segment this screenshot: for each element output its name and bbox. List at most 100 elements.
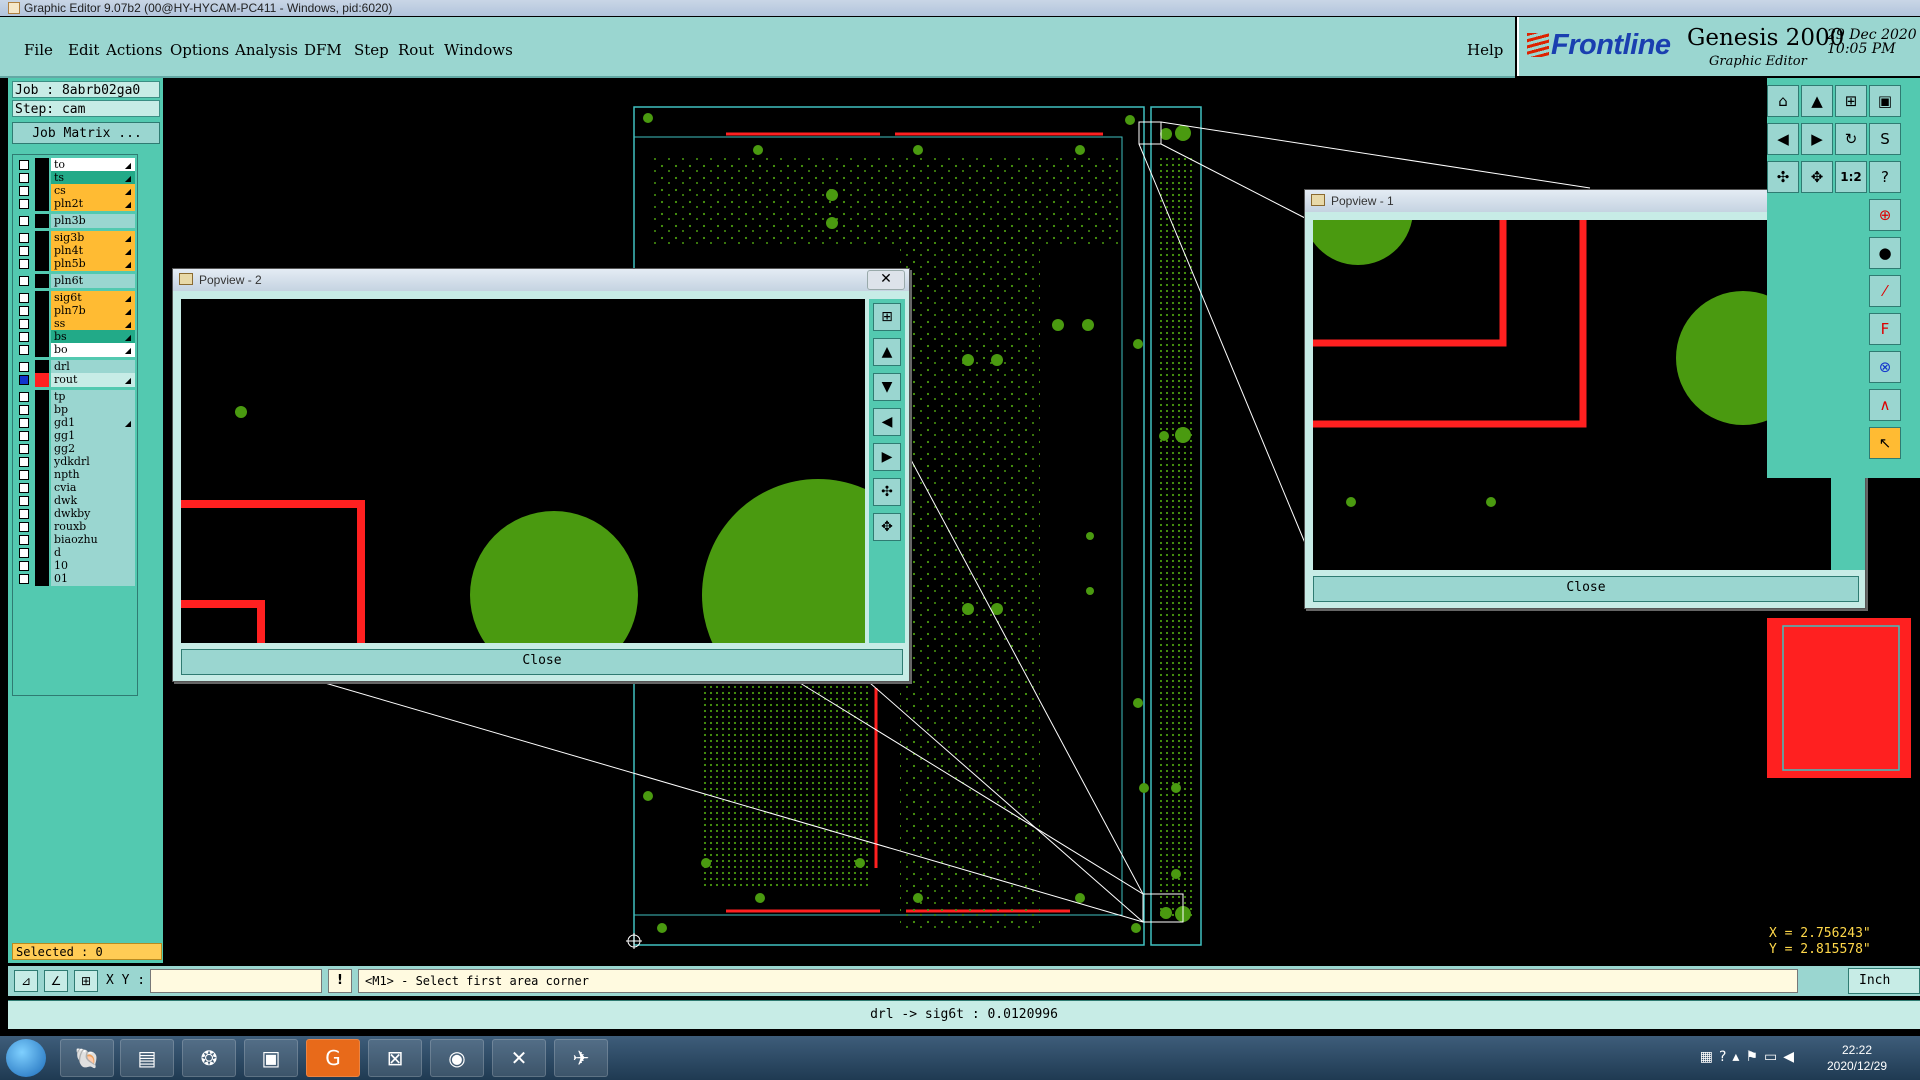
zoom-in-icon[interactable]: ✣ <box>1767 161 1799 193</box>
pan-right-icon[interactable]: ▶ <box>873 443 901 471</box>
window-title: Graphic Editor 9.07b2 (00@HY-HYCAM-PC411… <box>24 1 393 15</box>
window-title-bar: Graphic Editor 9.07b2 (00@HY-HYCAM-PC411… <box>0 0 1920 16</box>
xy-label: X Y : <box>106 973 146 988</box>
home-icon[interactable]: ⌂ <box>1767 85 1799 117</box>
taskbar-app-shell-icon[interactable]: 🐚 <box>60 1039 114 1077</box>
taskbar-app-excel-icon[interactable]: ⊠ <box>368 1039 422 1077</box>
small-pad <box>1346 497 1356 507</box>
brand-area: Frontline Genesis 2000 Graphic Editor 29… <box>1517 17 1920 76</box>
menu-analysis[interactable]: Analysis <box>235 41 298 59</box>
angle-mode-icon[interactable]: ∠ <box>44 970 68 992</box>
pan-down-icon[interactable]: ▼ <box>873 373 901 401</box>
taskbar-app-genesis-icon[interactable]: ❂ <box>182 1039 236 1077</box>
taskbar-clock[interactable]: 22:22 2020/12/29 <box>1812 1042 1902 1074</box>
snap-icon[interactable]: ⊕ <box>1869 199 1901 231</box>
mini-map-drawing <box>1767 618 1911 778</box>
step-icon[interactable]: S <box>1869 123 1901 155</box>
product-name: Genesis 2000 <box>1687 25 1845 51</box>
pan-right-icon[interactable]: ▶ <box>1801 123 1833 155</box>
rout-path-inner <box>181 600 265 643</box>
command-bar: ⊿ ∠ ⊞ X Y : ! <M1> - Select first area c… <box>8 966 1920 996</box>
exclamation-button[interactable]: ! <box>328 969 352 993</box>
taskbar-app-eye-icon[interactable]: ◉ <box>430 1039 484 1077</box>
zoom-out-icon[interactable]: ✥ <box>873 513 901 541</box>
measure-icon[interactable]: ⊗ <box>1869 351 1901 383</box>
arc-icon[interactable]: ∧ <box>1869 389 1901 421</box>
taskbar-app-notepad-icon[interactable]: ▤ <box>120 1039 174 1077</box>
small-pad <box>235 406 247 418</box>
start-button[interactable] <box>6 1039 46 1077</box>
taskbar-app-x-icon[interactable]: ✕ <box>492 1039 546 1077</box>
popview-1-canvas[interactable] <box>1313 220 1831 570</box>
pan-up-icon[interactable]: ▲ <box>873 338 901 366</box>
x-coordinate: X = 2.756243" <box>1769 926 1871 941</box>
menu-rout[interactable]: Rout <box>398 41 434 59</box>
rout-path <box>181 500 365 643</box>
brand-datetime: 29 Dec 2020 10:05 PM <box>1827 27 1917 57</box>
popview-1-close-button[interactable]: Close <box>1313 576 1859 602</box>
command-prompt: <M1> - Select first area corner <box>358 969 1798 993</box>
taskbar-app-g-icon[interactable]: G <box>306 1039 360 1077</box>
drill-pad <box>470 511 638 643</box>
system-tray-icons[interactable]: ▦?▴⚑▭◀ <box>1700 1049 1800 1065</box>
menu-options[interactable]: Options <box>170 41 229 59</box>
taskbar-app-save-icon[interactable]: ▣ <box>244 1039 298 1077</box>
view-icon[interactable]: ▣ <box>1869 85 1901 117</box>
snap-mode-icon[interactable]: ⊿ <box>14 970 38 992</box>
pan-left-icon[interactable]: ◀ <box>873 408 901 436</box>
menu-actions[interactable]: Actions <box>106 41 162 59</box>
coordinate-readout: X = 2.756243" Y = 2.815578" <box>1767 922 1920 962</box>
popview-2-canvas[interactable] <box>181 299 865 643</box>
drill-pad <box>1313 220 1413 265</box>
popview-1-drawing <box>1313 220 1810 507</box>
line-icon[interactable]: ⁄ <box>1869 275 1901 307</box>
select-cursor-icon[interactable]: ↖ <box>1869 427 1901 459</box>
status-bar: drl -> sig6t : 0.0120996 <box>8 1000 1920 1029</box>
menu-help[interactable]: Help <box>1467 41 1503 59</box>
zoom-ratio-icon[interactable]: 1:2 <box>1835 161 1867 193</box>
grid-icon[interactable]: ⊞ <box>74 970 98 992</box>
fill-icon[interactable]: ● <box>1869 237 1901 269</box>
app-icon <box>8 2 20 14</box>
window-icon <box>1311 194 1325 206</box>
bga-pad-area <box>700 678 870 888</box>
zoom-home-icon[interactable]: ⊞ <box>1835 85 1867 117</box>
popview-2-drawing <box>181 406 865 643</box>
zoom-home-icon[interactable]: ⊞ <box>873 303 901 331</box>
redraw-icon[interactable]: ↻ <box>1835 123 1867 155</box>
popview-2-title-bar[interactable]: Popview - 2 <box>173 269 909 291</box>
frontline-logo: Frontline <box>1527 29 1671 62</box>
via-field <box>900 228 1040 928</box>
y-coordinate: Y = 2.815578" <box>1769 942 1871 957</box>
popview-2-window[interactable]: Popview - 2 ✕ ⊞ ▲ ▼ ◀ ▶ ✣ ✥ Close <box>172 268 910 682</box>
text-icon[interactable]: F <box>1869 313 1901 345</box>
xy-input[interactable] <box>150 969 322 993</box>
frontline-logo-icon <box>1527 33 1549 57</box>
small-pad <box>1486 497 1496 507</box>
taskbar: 🐚 ▤ ❂ ▣ G ⊠ ◉ ✕ ✈ ▦?▴⚑▭◀ 22:22 2020/12/2… <box>0 1036 1920 1080</box>
right-toolbar: ⌂ ▲ ⊞ ▣ ◀ ▶ ↻ S ✣ ✥ 1:2 ? ⊕ ● ⁄ F ⊗ ∧ ↖ <box>1767 78 1920 478</box>
strip-pad-column <box>1160 158 1195 918</box>
window-icon <box>179 273 193 285</box>
zoom-region-1 <box>1138 121 1162 145</box>
taskbar-app-chat-icon[interactable]: ✈ <box>554 1039 608 1077</box>
popview-2-close-button[interactable]: Close <box>181 649 903 675</box>
menu-dfm[interactable]: DFM <box>304 41 342 59</box>
popview-2-toolbar: ⊞ ▲ ▼ ◀ ▶ ✣ ✥ <box>869 299 905 643</box>
drill-pad-large <box>702 479 865 643</box>
pan-left-icon[interactable]: ◀ <box>1767 123 1799 155</box>
mini-map-viewport <box>1767 618 1911 778</box>
mini-map[interactable] <box>1767 612 1920 812</box>
zoom-in-icon[interactable]: ✣ <box>873 478 901 506</box>
zoom-out-icon[interactable]: ✥ <box>1801 161 1833 193</box>
top-pad-row <box>650 158 1120 248</box>
menu-file[interactable]: File <box>24 41 53 59</box>
units-selector[interactable]: Inch <box>1848 968 1920 994</box>
pan-up-icon[interactable]: ▲ <box>1801 85 1833 117</box>
menu-edit[interactable]: Edit <box>68 41 99 59</box>
menu-bar: File Edit Actions Options Analysis DFM S… <box>0 17 1515 78</box>
menu-step[interactable]: Step <box>354 41 389 59</box>
popview-2-close-icon[interactable]: ✕ <box>867 270 905 290</box>
menu-windows[interactable]: Windows <box>444 41 513 59</box>
help-icon[interactable]: ? <box>1869 161 1901 193</box>
